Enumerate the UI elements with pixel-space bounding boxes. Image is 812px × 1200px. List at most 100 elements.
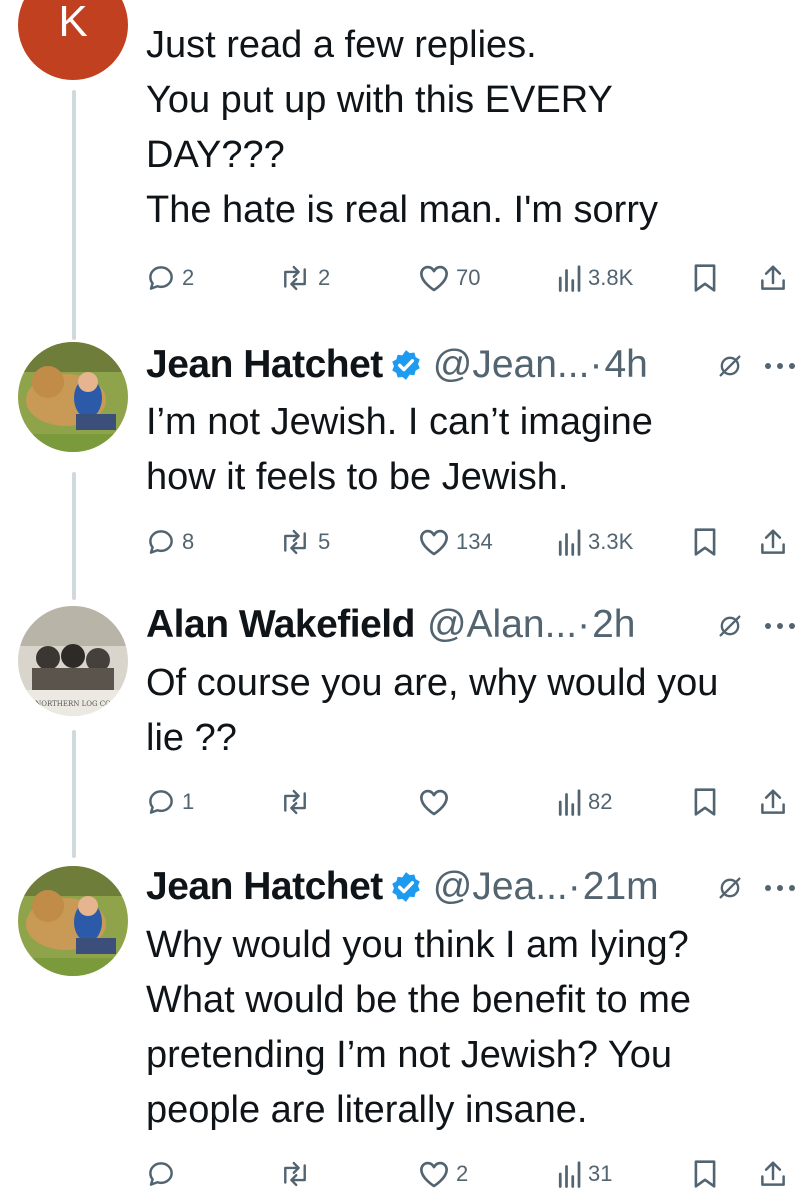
display-name[interactable]: Jean Hatchet [146,865,383,909]
separator-dot: · [577,603,591,646]
share-icon [761,265,785,290]
thread-line [72,730,76,858]
display-name[interactable]: Alan Wakefield [146,603,415,647]
repost-icon [284,265,306,291]
repost-count: 2 [318,265,331,290]
views-button[interactable]: 3.8K [556,260,633,296]
timestamp[interactable]: 21m [583,865,659,909]
views-count: 82 [588,789,613,814]
repost-icon [284,1161,306,1187]
verified-badge-icon [392,350,420,380]
share-button[interactable] [758,260,788,296]
tweet-actions: 2 31 [146,1156,796,1192]
thread-line [72,472,76,600]
repost-icon [284,529,306,555]
tweet-actions: 8 5 134 3.3K [146,524,796,560]
views-count: 3.3K [588,529,634,554]
share-button[interactable] [758,784,788,820]
reply-button[interactable]: 1 [146,784,194,820]
repost-button[interactable]: 2 [278,260,330,296]
grok-icon[interactable] [716,612,744,640]
repost-button[interactable] [278,784,318,820]
reply-icon [149,266,173,290]
grok-icon[interactable] [716,874,744,902]
bookmark-button[interactable] [692,260,718,296]
person-face [78,896,98,916]
bookmark-button[interactable] [692,1156,718,1192]
tweet-text-line: Of course you are, why would you [146,662,719,704]
views-icon [558,1161,581,1188]
handle[interactable]: @Alan... [427,603,577,647]
reply-count: 8 [182,529,195,554]
reply-button[interactable]: 2 [146,260,194,296]
verified-badge-icon [392,872,420,902]
tweet-header: Jean Hatchet @Jean... · 4h [146,340,648,390]
handle[interactable]: @Jean... [433,343,590,387]
bookmark-button[interactable] [692,784,718,820]
tweet-text-line: lie ?? [146,717,237,759]
share-icon [761,529,785,554]
separator-dot: · [589,343,603,386]
views-count: 31 [588,1161,613,1186]
share-button[interactable] [758,1156,788,1192]
like-icon [420,265,448,292]
like-button[interactable]: 70 [418,260,480,296]
like-icon [420,789,448,816]
like-count: 70 [456,265,481,290]
share-icon [761,789,785,814]
tweet-text-line: Just read a few replies. [146,24,537,66]
tweet-text-line: DAY??? [146,134,285,176]
more-icon[interactable] [764,621,796,631]
avatar[interactable]: K [18,0,128,80]
like-count: 2 [456,1161,469,1186]
reply-count: 1 [182,789,195,814]
like-button[interactable]: 2 [418,1156,468,1192]
bookmark-button[interactable] [692,524,718,560]
repost-count: 5 [318,529,331,554]
like-button[interactable]: 134 [418,524,493,560]
reply-button[interactable]: 8 [146,524,194,560]
views-icon [558,529,581,556]
photo-figure [61,644,85,668]
views-button[interactable]: 3.3K [556,524,633,560]
bookmark-icon [694,264,716,292]
repost-button[interactable] [278,1156,318,1192]
tweet-text-line: pretending I’m not Jewish? You [146,1034,673,1076]
tweet-text-line: how it feels to be Jewish. [146,456,569,498]
tweet-header: Jean Hatchet @Jea... · 21m [146,862,659,912]
more-icon[interactable] [764,361,796,371]
timestamp[interactable]: 4h [604,343,647,387]
avatar[interactable] [18,866,128,976]
separator-dot: · [567,865,581,908]
tweet-text: I’m not Jewish. I can’t imagine how it f… [146,395,796,505]
like-icon [420,1161,448,1188]
views-button[interactable]: 31 [556,1156,612,1192]
tweet-text-line: You put up with this EVERY [146,79,613,121]
more-icon[interactable] [764,883,796,893]
reply-icon [149,530,173,554]
person-face [78,372,98,392]
avatar-letter: K [58,0,87,46]
like-button[interactable] [418,784,456,820]
timestamp[interactable]: 2h [592,603,635,647]
avatar[interactable]: NORTHERN LOG CO [18,606,128,716]
like-count: 134 [456,529,493,554]
tweet-actions: 2 2 70 3.8K [146,260,796,296]
reply-count: 2 [182,265,195,290]
tweet-text: Just read a few replies. You put up with… [146,18,796,238]
grok-icon[interactable] [716,352,744,380]
tweet-header: Alan Wakefield @Alan... · 2h [146,600,636,650]
repost-icon [284,789,306,815]
display-name[interactable]: Jean Hatchet [146,343,383,387]
reply-button[interactable] [146,1156,182,1192]
share-icon [761,1161,785,1186]
views-button[interactable]: 82 [556,784,612,820]
avatar[interactable] [18,342,128,452]
bookmark-icon [694,1160,716,1188]
tweet-text-line: Why would you think I am lying? [146,924,689,966]
tweet-text-line: people are literally insane. [146,1089,588,1131]
photo-caption: NORTHERN LOG CO [35,700,111,708]
share-button[interactable] [758,524,788,560]
repost-button[interactable]: 5 [278,524,330,560]
handle[interactable]: @Jea... [433,865,568,909]
